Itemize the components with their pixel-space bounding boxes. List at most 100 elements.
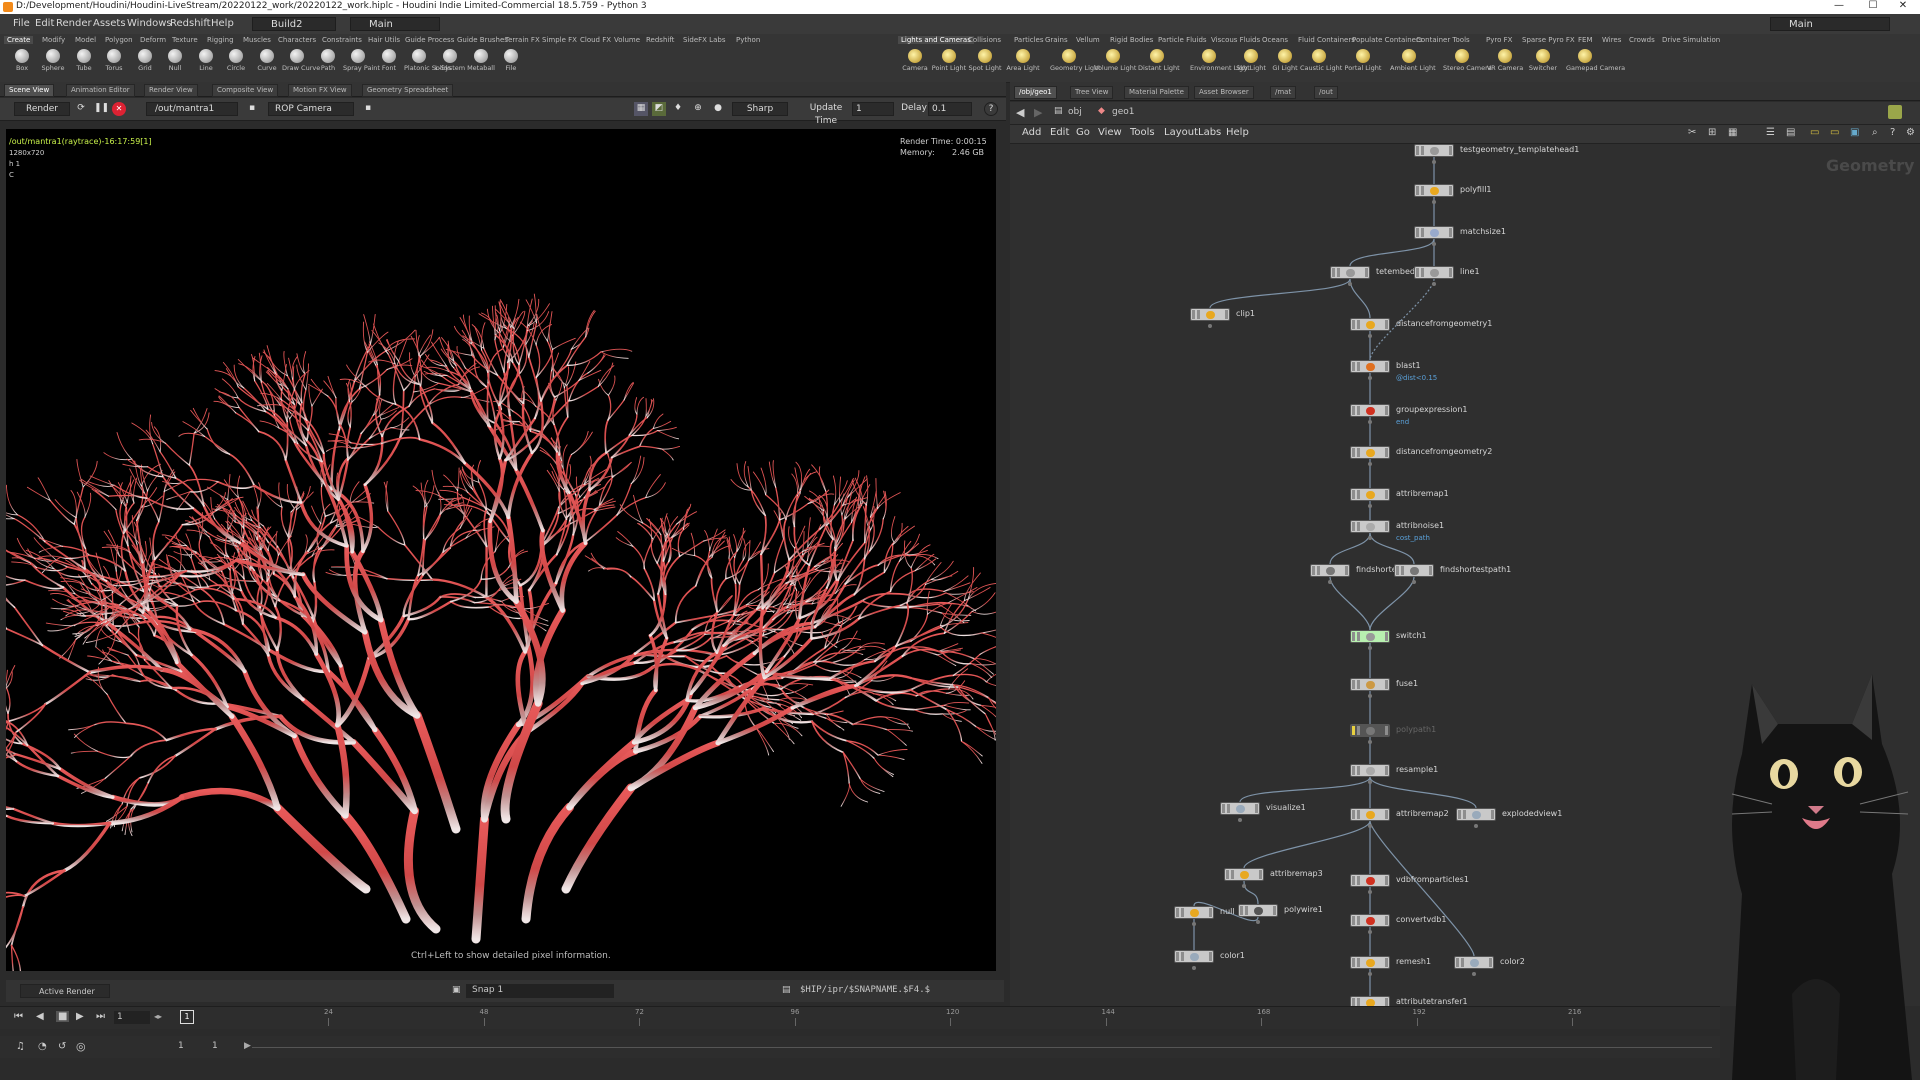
display-flag[interactable]	[1416, 186, 1419, 195]
shelf-right-tool-0[interactable]: Camera	[896, 49, 934, 81]
render-flag[interactable]	[1357, 522, 1360, 531]
render-flag[interactable]	[1421, 146, 1424, 155]
menu-assets[interactable]: Assets	[93, 18, 126, 29]
menu-redshift[interactable]: Redshift	[170, 18, 211, 29]
shelf-right-tab-16[interactable]: Crowds	[1629, 36, 1655, 44]
node-distancefromgeometry1[interactable]	[1350, 318, 1390, 331]
geo-context-icon[interactable]: ◆	[1098, 106, 1105, 116]
menu-windows[interactable]: Windows	[127, 18, 172, 29]
node-output-dot[interactable]	[1432, 160, 1436, 164]
node-output-dot[interactable]	[1368, 462, 1372, 466]
menu-help[interactable]: Help	[211, 18, 234, 29]
network-menu-6[interactable]: Labs	[1198, 127, 1221, 138]
node-output-dot[interactable]	[1472, 972, 1476, 976]
display-flag[interactable]	[1352, 766, 1355, 775]
node-distancefromgeometry2[interactable]	[1350, 446, 1390, 459]
shelf-right-tab-6[interactable]: Particle Fluids	[1158, 36, 1207, 44]
left-pane-tab-5[interactable]: Geometry Spreadsheet	[362, 84, 454, 97]
node-output-dot[interactable]	[1256, 920, 1260, 924]
shelf-tab-11[interactable]: Guide Process	[405, 36, 454, 44]
render-flag[interactable]	[1357, 632, 1360, 641]
node-output-dot[interactable]	[1348, 282, 1352, 286]
display-flag[interactable]	[1352, 876, 1355, 885]
node-output-dot[interactable]	[1368, 780, 1372, 784]
shelf-tool-10[interactable]: Path	[313, 49, 343, 81]
play-reverse-icon[interactable]: ◀	[36, 1011, 44, 1022]
shelf-tab-10[interactable]: Hair Utils	[368, 36, 400, 44]
shelf-right-tool-12[interactable]: Ambient Light	[1390, 49, 1436, 81]
display-flag[interactable]	[1352, 916, 1355, 925]
node-output-dot[interactable]	[1238, 818, 1242, 822]
render-flag[interactable]	[1357, 766, 1360, 775]
display-flag[interactable]	[1352, 406, 1355, 415]
render-flag[interactable]	[1357, 916, 1360, 925]
shelf-right-tool-9[interactable]: GI Light	[1266, 49, 1304, 81]
render-flag[interactable]	[1357, 362, 1360, 371]
display-flag[interactable]	[1352, 522, 1355, 531]
node-output-dot[interactable]	[1432, 200, 1436, 204]
render-button[interactable]: Render	[14, 102, 70, 116]
render-flag[interactable]	[1357, 876, 1360, 885]
shelf-right-tab-5[interactable]: Rigid Bodies	[1110, 36, 1153, 44]
node-polyfill1[interactable]	[1414, 184, 1454, 197]
render-flag[interactable]	[1421, 228, 1424, 237]
maximize-button[interactable]: ☐	[1856, 0, 1890, 14]
right-pane-tab-0[interactable]: /obj/geo1	[1014, 86, 1057, 99]
display-flag[interactable]	[1352, 632, 1355, 641]
audio-icon[interactable]: ♫	[16, 1041, 25, 1052]
display-flag[interactable]	[1396, 566, 1399, 575]
preview-icon[interactable]: ◩	[652, 102, 666, 116]
template-flag[interactable]	[1273, 906, 1276, 915]
shelf-tool-4[interactable]: Grid	[130, 49, 160, 81]
shelf-tab-8[interactable]: Characters	[278, 36, 316, 44]
shelf-right-tab-12[interactable]: Pyro FX	[1486, 36, 1512, 44]
shelf-right-tool-4[interactable]: Geometry Light	[1050, 49, 1101, 81]
path-geo[interactable]: geo1	[1112, 107, 1134, 117]
play-icon[interactable]: ▶	[76, 1011, 84, 1022]
template-flag[interactable]	[1385, 632, 1388, 641]
render-flag[interactable]	[1227, 804, 1230, 813]
node-vdbfromparticles1[interactable]	[1350, 874, 1390, 887]
output-driver-combo[interactable]: /out/mantra1	[146, 102, 238, 116]
node-switch1[interactable]	[1350, 630, 1390, 643]
template-flag[interactable]	[1385, 810, 1388, 819]
jump-end-icon[interactable]: ⏭	[96, 1011, 105, 1022]
minimize-button[interactable]: —	[1822, 0, 1856, 14]
shelf-right-tab-7[interactable]: Viscous Fluids	[1211, 36, 1260, 44]
shelf-right-tab-10[interactable]: Populate Containers	[1352, 36, 1423, 44]
shelf-right-tab-0[interactable]: Lights and Cameras	[898, 36, 974, 44]
sphere-icon[interactable]: ●	[712, 102, 724, 116]
template-flag[interactable]	[1385, 320, 1388, 329]
shelf-tab-9[interactable]: Constraints	[322, 36, 362, 44]
network-menu-4[interactable]: Tools	[1130, 127, 1155, 138]
shelf-right-tool-8[interactable]: Sky Light	[1232, 49, 1270, 81]
render-flag[interactable]	[1463, 810, 1466, 819]
stop-icon[interactable]: ✕	[112, 102, 126, 116]
node-output-dot[interactable]	[1368, 694, 1372, 698]
display-flag[interactable]	[1352, 998, 1355, 1006]
display-flag[interactable]	[1226, 870, 1229, 879]
shelf-tool-8[interactable]: Curve	[252, 49, 282, 81]
current-frame-field[interactable]: 1	[114, 1011, 150, 1024]
shelf-tab-14[interactable]: Simple FX	[542, 36, 577, 44]
template-flag[interactable]	[1385, 916, 1388, 925]
zoom-icon[interactable]: ⊕	[692, 102, 704, 116]
realtime-icon[interactable]: ◎	[76, 1040, 86, 1053]
shelf-right-tab-1[interactable]: Collisions	[968, 36, 1001, 44]
update-time-field[interactable]: 1	[852, 102, 894, 116]
template-flag[interactable]	[1385, 958, 1388, 967]
node-output-dot[interactable]	[1368, 890, 1372, 894]
shelf-right-tab-8[interactable]: Oceans	[1262, 36, 1288, 44]
shelf-right-tool-10[interactable]: Caustic Light	[1300, 49, 1342, 81]
node-visualize1[interactable]	[1220, 802, 1260, 815]
right-pane-tab-4[interactable]: /mat	[1270, 86, 1297, 99]
node-output-dot[interactable]	[1368, 504, 1372, 508]
template-flag[interactable]	[1255, 804, 1258, 813]
node-groupexpression1[interactable]	[1350, 404, 1390, 417]
node-fuse1[interactable]	[1350, 678, 1390, 691]
display-flag[interactable]	[1352, 490, 1355, 499]
shelf-tool-0[interactable]: Box	[7, 49, 37, 81]
sharp-combo[interactable]: Sharp	[732, 102, 788, 116]
shelf-tab-0[interactable]: Create	[4, 36, 34, 44]
shelf-tab-6[interactable]: Rigging	[207, 36, 234, 44]
